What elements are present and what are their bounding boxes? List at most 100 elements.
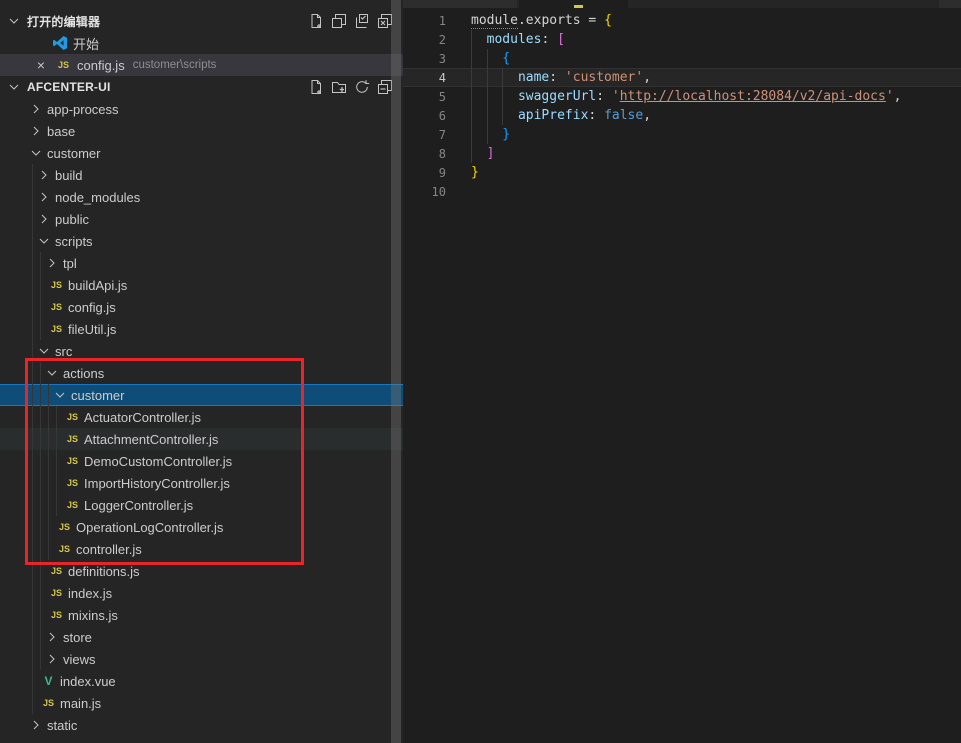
tree-item-index.js[interactable]: JSindex.js bbox=[0, 582, 403, 604]
indent-guides bbox=[28, 340, 36, 362]
tree-item-label: OperationLogController.js bbox=[76, 520, 223, 535]
tree-item-index.vue[interactable]: Vindex.vue bbox=[0, 670, 403, 692]
code-token: : bbox=[549, 70, 565, 85]
sidebar-scrollbar[interactable] bbox=[391, 0, 401, 743]
code-token: { bbox=[502, 51, 510, 66]
tree-item-node_modules[interactable]: node_modules bbox=[0, 186, 403, 208]
tree-item-static[interactable]: static bbox=[0, 714, 403, 736]
tree-item-definitions.js[interactable]: JSdefinitions.js bbox=[0, 560, 403, 582]
project-section-header[interactable]: AFCENTER-UI bbox=[0, 76, 403, 98]
js-file-icon: JS bbox=[48, 585, 65, 601]
code-line-3[interactable]: 3{ bbox=[403, 49, 961, 68]
tree-item-buildApi.js[interactable]: JSbuildApi.js bbox=[0, 274, 403, 296]
editor-indent-guide bbox=[471, 125, 472, 144]
line-number: 3 bbox=[403, 52, 446, 66]
tree-item-public[interactable]: public bbox=[0, 208, 403, 230]
new-file-icon[interactable] bbox=[308, 79, 324, 95]
open-editors-section-header[interactable]: 打开的编辑器 bbox=[0, 10, 403, 32]
js-file-icon: JS bbox=[64, 497, 81, 513]
code-token: modules bbox=[487, 32, 542, 47]
close-icon[interactable]: × bbox=[33, 57, 49, 73]
code-line-text: } bbox=[471, 125, 510, 144]
code-line-2[interactable]: 2modules: [ bbox=[403, 30, 961, 49]
refresh-icon[interactable] bbox=[354, 79, 370, 95]
tree-item-mixins.js[interactable]: JSmixins.js bbox=[0, 604, 403, 626]
line-number: 6 bbox=[403, 109, 446, 123]
code-token: : bbox=[588, 108, 604, 123]
chevron-down-icon bbox=[28, 145, 44, 161]
tree-item-scripts[interactable]: scripts bbox=[0, 230, 403, 252]
tree-item-config.js[interactable]: JSconfig.js bbox=[0, 296, 403, 318]
code-line-10[interactable]: 10 bbox=[403, 182, 961, 201]
tree-item-AttachmentController.js[interactable]: JSAttachmentController.js bbox=[0, 428, 403, 450]
code-editor[interactable]: 1module.exports = {2modules: [3{4name: '… bbox=[403, 0, 961, 743]
tree-item-partial[interactable]: JS bbox=[0, 736, 403, 743]
tree-item-label: static bbox=[47, 718, 77, 733]
chevron-right-icon bbox=[44, 651, 60, 667]
code-line-5[interactable]: 5swaggerUrl: 'http://localhost:28084/v2/… bbox=[403, 87, 961, 106]
open-editors-toolbar bbox=[308, 13, 393, 29]
open-editor-label: config.js bbox=[77, 58, 125, 73]
tree-item-ActuatorController.js[interactable]: JSActuatorController.js bbox=[0, 406, 403, 428]
js-file-icon: JS bbox=[56, 541, 73, 557]
chevron-down-icon bbox=[36, 343, 52, 359]
indent-guides bbox=[28, 648, 44, 670]
tree-item-DemoCustomController.js[interactable]: JSDemoCustomController.js bbox=[0, 450, 403, 472]
indent-guides bbox=[28, 384, 52, 406]
tree-item-store[interactable]: store bbox=[0, 626, 403, 648]
editor-indent-guide bbox=[471, 87, 472, 106]
save-all-icon[interactable] bbox=[354, 13, 370, 29]
code-line-6[interactable]: 6apiPrefix: false, bbox=[403, 106, 961, 125]
tree-item-label: LoggerController.js bbox=[84, 498, 193, 513]
tree-item-label: customer bbox=[47, 146, 100, 161]
tab-config-js[interactable] bbox=[519, 0, 629, 8]
tree-item-views[interactable]: views bbox=[0, 648, 403, 670]
tree-item-app-process[interactable]: app-process bbox=[0, 98, 403, 120]
code-token: , bbox=[643, 70, 651, 85]
code-line-9[interactable]: 9} bbox=[403, 163, 961, 182]
indent-guides bbox=[28, 318, 44, 340]
open-editor-item-开始[interactable]: 开始 bbox=[0, 32, 403, 54]
tree-item-OperationLogController.js[interactable]: JSOperationLogController.js bbox=[0, 516, 403, 538]
line-number: 2 bbox=[403, 33, 446, 47]
open-editor-item-config.js[interactable]: ×JSconfig.jscustomer\scripts bbox=[0, 54, 403, 76]
vscode-logo-icon bbox=[52, 35, 68, 51]
tree-item-fileUtil.js[interactable]: JSfileUtil.js bbox=[0, 318, 403, 340]
code-line-8[interactable]: 8] bbox=[403, 144, 961, 163]
new-file-icon[interactable] bbox=[308, 13, 324, 29]
code-token: : bbox=[596, 89, 612, 104]
open-editors-list: 开始×JSconfig.jscustomer\scripts bbox=[0, 32, 403, 76]
tree-item-base[interactable]: base bbox=[0, 120, 403, 142]
code-area[interactable]: 1module.exports = {2modules: [3{4name: '… bbox=[403, 8, 961, 201]
tab-welcome[interactable] bbox=[403, 0, 518, 8]
tree-item-label: controller.js bbox=[76, 542, 142, 557]
code-line-4[interactable]: 4name: 'customer', bbox=[403, 68, 961, 87]
indent-guides bbox=[28, 252, 44, 274]
tree-item-controller.js[interactable]: JScontroller.js bbox=[0, 538, 403, 560]
indent-guides bbox=[28, 230, 36, 252]
tree-item-label: index.vue bbox=[60, 674, 116, 689]
tree-item-src[interactable]: src bbox=[0, 340, 403, 362]
chevron-right-icon bbox=[28, 101, 44, 117]
new-folder-icon[interactable] bbox=[331, 79, 347, 95]
tree-item-main.js[interactable]: JSmain.js bbox=[0, 692, 403, 714]
tree-item-build[interactable]: build bbox=[0, 164, 403, 186]
code-token: 'customer' bbox=[565, 70, 643, 85]
code-token: [ bbox=[557, 32, 565, 47]
indent-guides bbox=[28, 274, 44, 296]
tree-item-customer[interactable]: customer bbox=[0, 142, 403, 164]
code-line-1[interactable]: 1module.exports = { bbox=[403, 11, 961, 30]
code-line-7[interactable]: 7} bbox=[403, 125, 961, 144]
code-token: ] bbox=[487, 146, 495, 161]
tree-item-customer[interactable]: customer bbox=[0, 384, 403, 406]
editor-indent-guide bbox=[487, 49, 488, 68]
indent-guides bbox=[28, 538, 52, 560]
code-token: , bbox=[894, 89, 902, 104]
chevron-down-icon bbox=[44, 365, 60, 381]
tree-item-actions[interactable]: actions bbox=[0, 362, 403, 384]
js-file-icon: JS bbox=[64, 431, 81, 447]
tree-item-tpl[interactable]: tpl bbox=[0, 252, 403, 274]
tree-item-ImportHistoryController.js[interactable]: JSImportHistoryController.js bbox=[0, 472, 403, 494]
tree-item-LoggerController.js[interactable]: JSLoggerController.js bbox=[0, 494, 403, 516]
editor-layout-icon[interactable] bbox=[331, 13, 347, 29]
